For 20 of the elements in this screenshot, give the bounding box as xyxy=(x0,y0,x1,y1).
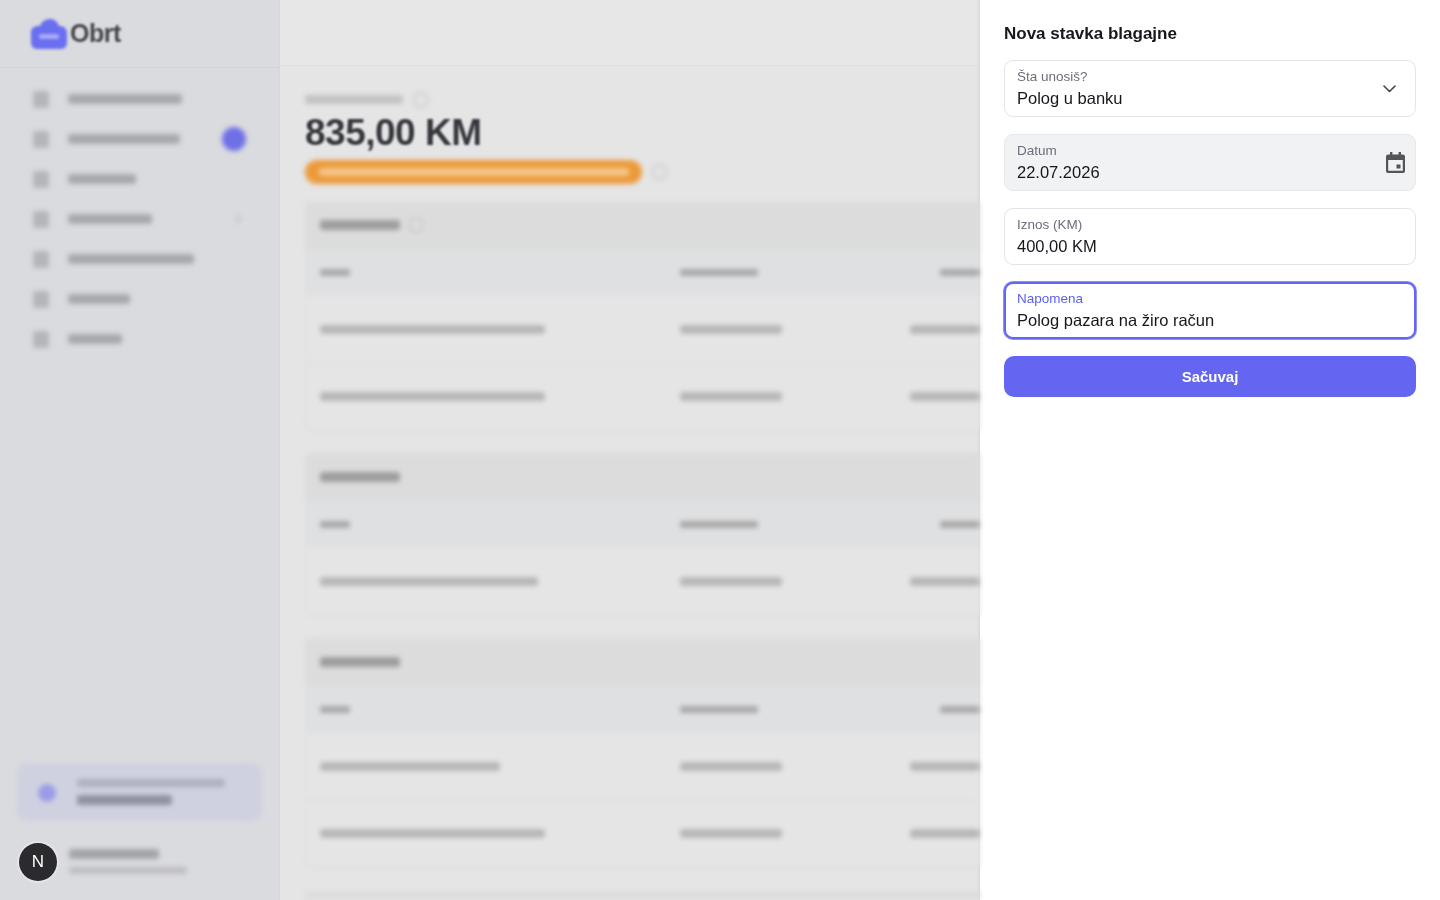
field-label: Datum xyxy=(1017,142,1057,159)
save-button[interactable]: Sačuvaj xyxy=(1004,356,1416,397)
field-label: Šta unosiš? xyxy=(1017,68,1088,85)
balance-amount: 835,00 KM xyxy=(305,111,482,155)
user-avatar[interactable]: N xyxy=(19,843,57,881)
field-value: 22.07.2026 xyxy=(1017,162,1100,183)
field-value: Polog pazara na žiro račun xyxy=(1017,310,1215,331)
calendar-icon xyxy=(1386,152,1405,173)
field-value: Polog u banku xyxy=(1017,88,1123,109)
chevron-down-icon xyxy=(1383,84,1396,93)
logo-text: Obrt xyxy=(70,19,121,48)
input-field[interactable]: Iznos (KM) 400,00 KM xyxy=(1004,208,1416,265)
field-label: Iznos (KM) xyxy=(1017,216,1083,233)
field-label: Napomena xyxy=(1017,290,1084,307)
field-value: 400,00 KM xyxy=(1017,236,1097,257)
panel-title: Nova stavka blagajne xyxy=(1004,23,1178,45)
dropdown-field[interactable]: Šta unosiš? Polog u banku xyxy=(1004,60,1416,117)
logo-cloud-icon xyxy=(31,18,67,49)
input-field[interactable]: Napomena Polog pazara na žiro račun xyxy=(1004,282,1416,339)
date-field[interactable]: Datum 22.07.2026 xyxy=(1004,134,1416,191)
